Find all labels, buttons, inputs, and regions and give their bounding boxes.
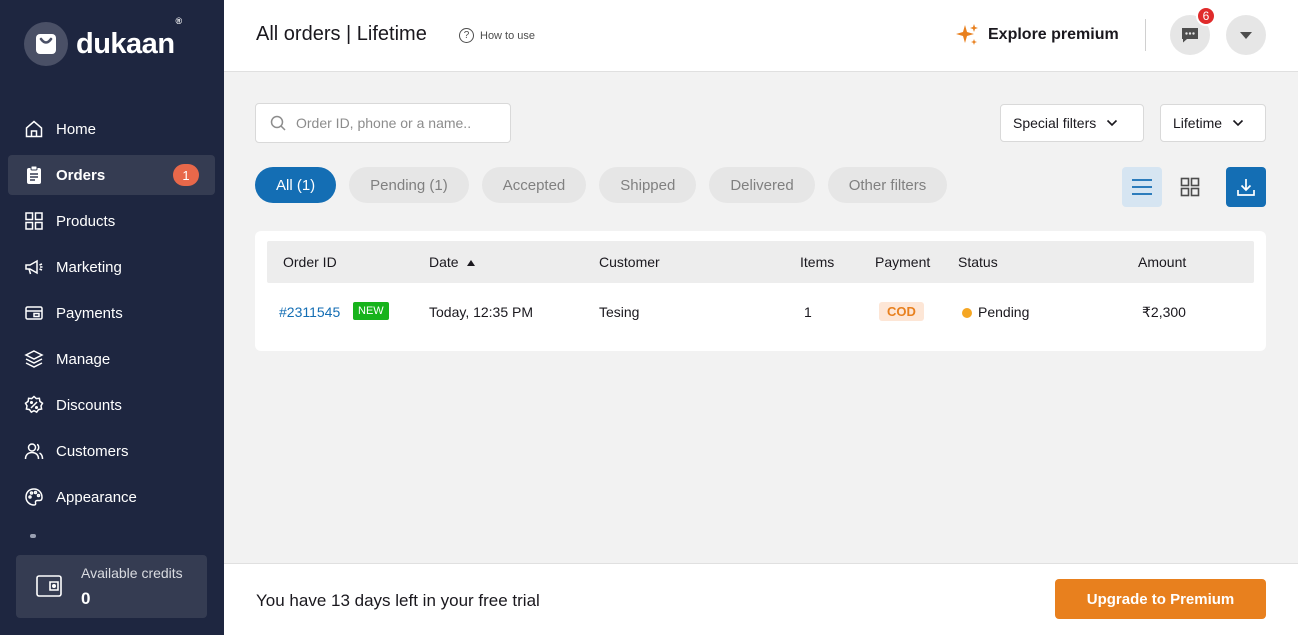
clipboard-icon bbox=[24, 165, 44, 185]
tab-delivered[interactable]: Delivered bbox=[709, 167, 815, 203]
order-status: Pending bbox=[978, 304, 1030, 320]
page-title: All orders | Lifetime bbox=[256, 23, 427, 45]
sidebar-item-label: Products bbox=[56, 212, 116, 230]
notification-badge: 6 bbox=[1196, 6, 1216, 26]
search-input[interactable] bbox=[296, 115, 496, 131]
grid-icon bbox=[24, 211, 44, 231]
megaphone-icon bbox=[24, 257, 44, 277]
column-status: Status bbox=[958, 254, 998, 270]
grid-view-button[interactable] bbox=[1170, 167, 1210, 207]
order-date: Today, 12:35 PM bbox=[429, 304, 534, 320]
order-items: 1 bbox=[804, 304, 812, 320]
chevron-down-icon bbox=[1107, 119, 1118, 127]
sidebar-item-label: Appearance bbox=[56, 488, 137, 506]
sort-ascending-icon bbox=[467, 260, 476, 266]
palette-icon bbox=[24, 487, 44, 507]
trial-message: You have 13 days left in your free trial bbox=[256, 591, 540, 610]
list-view-button[interactable] bbox=[1122, 167, 1162, 207]
sidebar-item-label: Orders bbox=[56, 166, 106, 184]
payment-badge: COD bbox=[879, 302, 924, 321]
column-amount: Amount bbox=[1138, 254, 1187, 270]
column-items: Items bbox=[800, 254, 835, 270]
account-menu-button[interactable] bbox=[1226, 15, 1266, 55]
brand-name: dukaan® bbox=[76, 15, 182, 60]
sidebar-item-orders[interactable]: Orders 1 bbox=[8, 155, 215, 195]
bag-icon bbox=[24, 22, 68, 66]
search-icon bbox=[270, 115, 286, 131]
sidebar-item-label: Marketing bbox=[56, 258, 122, 276]
payments-icon bbox=[24, 303, 44, 323]
orders-table: Order ID Date Customer Items Payment Sta… bbox=[255, 231, 1266, 351]
sidebar-item-label: Manage bbox=[56, 350, 111, 368]
column-date[interactable]: Date bbox=[429, 254, 476, 270]
top-bar: All orders | Lifetime ? How to use Explo… bbox=[224, 0, 1298, 72]
sidebar-nav: Home Orders 1 Products Marketing Payment… bbox=[8, 109, 215, 523]
sidebar-item-appearance[interactable]: Appearance bbox=[8, 477, 215, 517]
help-icon: ? bbox=[459, 28, 474, 43]
column-payment: Payment bbox=[875, 254, 931, 270]
column-order-id: Order ID bbox=[283, 254, 337, 270]
sidebar-item-marketing[interactable]: Marketing bbox=[8, 247, 215, 287]
brand-logo[interactable]: dukaan® bbox=[24, 15, 182, 66]
grid-view-icon bbox=[1180, 177, 1200, 197]
sidebar-item-label: Discounts bbox=[56, 396, 122, 414]
period-label: Lifetime bbox=[1173, 115, 1223, 131]
layers-icon bbox=[24, 349, 44, 369]
how-to-use-label: How to use bbox=[480, 29, 536, 42]
sidebar-scroll-hint bbox=[30, 534, 36, 538]
status-tabs: All (1) Pending (1) Accepted Shipped Del… bbox=[255, 167, 960, 203]
sidebar-item-customers[interactable]: Customers bbox=[8, 431, 215, 471]
home-icon bbox=[24, 119, 44, 139]
sparkle-icon bbox=[956, 24, 978, 45]
column-customer: Customer bbox=[599, 254, 660, 270]
new-badge: NEW bbox=[353, 302, 389, 320]
search-box[interactable] bbox=[255, 103, 511, 143]
sidebar: dukaan® Home Orders 1 Products Marketing… bbox=[0, 0, 224, 635]
sidebar-item-manage[interactable]: Manage bbox=[8, 339, 215, 379]
table-header: Order ID Date Customer Items Payment Sta… bbox=[267, 241, 1254, 283]
tab-pending[interactable]: Pending (1) bbox=[349, 167, 469, 203]
orders-count-badge: 1 bbox=[173, 164, 199, 186]
chevron-down-icon bbox=[1232, 119, 1244, 127]
credits-value: 0 bbox=[81, 589, 91, 608]
special-filters-dropdown[interactable]: Special filters bbox=[1000, 104, 1144, 142]
users-icon bbox=[24, 441, 44, 461]
credits-card[interactable]: Available credits 0 bbox=[16, 555, 207, 618]
order-customer: Tesing bbox=[599, 304, 640, 320]
discount-icon bbox=[24, 395, 44, 415]
tab-shipped[interactable]: Shipped bbox=[599, 167, 697, 203]
wallet-icon bbox=[36, 574, 62, 598]
sidebar-item-payments[interactable]: Payments bbox=[8, 293, 215, 333]
trial-footer: You have 13 days left in your free trial… bbox=[224, 563, 1298, 635]
sidebar-item-label: Home bbox=[56, 120, 97, 138]
column-date-label: Date bbox=[429, 254, 459, 270]
explore-premium-label: Explore premium bbox=[988, 26, 1119, 43]
header-divider bbox=[1145, 19, 1146, 51]
download-icon bbox=[1237, 179, 1255, 196]
caret-down-icon bbox=[1240, 32, 1252, 39]
download-button[interactable] bbox=[1226, 167, 1266, 207]
sidebar-item-discounts[interactable]: Discounts bbox=[8, 385, 215, 425]
order-id-link[interactable]: #2311545 bbox=[279, 304, 340, 320]
special-filters-label: Special filters bbox=[1013, 115, 1097, 131]
list-icon bbox=[1132, 179, 1152, 195]
how-to-use-link[interactable]: ? How to use bbox=[459, 28, 535, 43]
sidebar-item-products[interactable]: Products bbox=[8, 201, 215, 241]
sidebar-item-home[interactable]: Home bbox=[8, 109, 215, 149]
period-dropdown[interactable]: Lifetime bbox=[1160, 104, 1266, 142]
order-amount: ₹2,300 bbox=[1142, 304, 1186, 320]
tab-all[interactable]: All (1) bbox=[255, 167, 337, 203]
upgrade-button[interactable]: Upgrade to Premium bbox=[1055, 579, 1266, 619]
status-dot bbox=[962, 308, 972, 318]
chat-icon bbox=[1182, 28, 1198, 43]
credits-label: Available credits bbox=[81, 565, 183, 581]
sidebar-item-label: Payments bbox=[56, 304, 123, 322]
tab-accepted[interactable]: Accepted bbox=[481, 167, 587, 203]
sidebar-item-label: Customers bbox=[56, 442, 129, 460]
tab-other-filters[interactable]: Other filters bbox=[827, 167, 948, 203]
explore-premium-button[interactable]: Explore premium bbox=[954, 22, 1119, 48]
